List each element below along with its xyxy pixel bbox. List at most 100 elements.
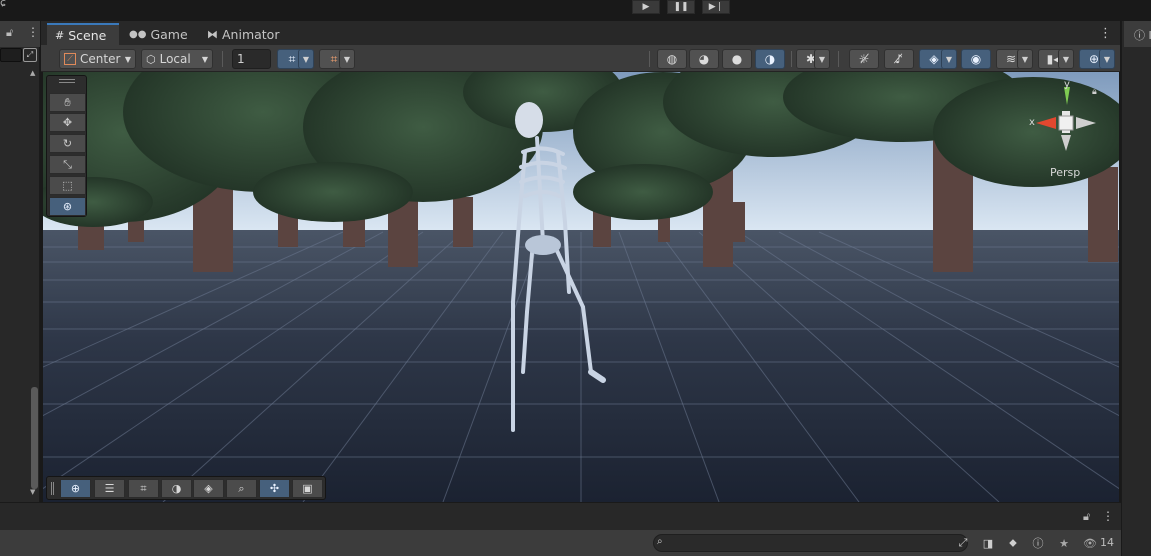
rotate-tool-icon: ↻ <box>62 137 73 150</box>
pivot-mode-dropdown[interactable]: ⟋ Center ▼ <box>59 49 136 69</box>
gizmo-lock-icon[interactable]: 🔒︎ <box>1092 87 1097 97</box>
wireframe-shading-button[interactable]: ◍ <box>657 49 687 69</box>
toolbar-divider <box>222 51 223 67</box>
increment-snap-caret[interactable]: ▼ <box>339 49 355 69</box>
tools-drag-handle[interactable] <box>59 79 75 83</box>
rect-tool-icon: ⬚ <box>62 179 73 192</box>
inspector-tab[interactable]: ⓘ I <box>1124 21 1151 47</box>
hand-tool-icon: ✋︎ <box>64 95 71 109</box>
camera-overlay-button[interactable]: ▣ <box>292 479 323 498</box>
projection-label[interactable]: Persp <box>1050 166 1080 179</box>
lock-icon[interactable]: 🔓︎ <box>6 26 13 40</box>
move-tool-button[interactable]: ✥ <box>49 113 86 132</box>
orientation-overlay-button[interactable]: ⊕ <box>60 479 91 498</box>
camera-overlay-icon: ▣ <box>302 482 313 495</box>
grid-snap-caret[interactable]: ▼ <box>298 49 314 69</box>
search-expand-icon[interactable]: ⤢ <box>955 534 971 552</box>
transform-tool-button[interactable]: ⊛ <box>49 197 86 216</box>
shaded-wireframe-icon: ◕ <box>698 52 710 66</box>
pause-button[interactable]: ❚❚ <box>667 0 695 14</box>
grid-overlay-button[interactable]: ⌗ <box>128 479 159 498</box>
stack-icon: ≋ <box>1005 52 1017 66</box>
chevron-down-icon: ▼ <box>201 54 208 64</box>
toolbar-divider <box>649 51 650 67</box>
filter-type-icon[interactable]: ◨ <box>980 534 996 552</box>
kebab-menu-icon[interactable]: ⋮ <box>27 25 39 39</box>
scale-tool-button[interactable]: ⤡ <box>49 155 86 174</box>
project-panel: 🔓︎ ⋮ ⌕ ⤢ ◨ ⬥ ⓘ ★ 👁︎ 14 <box>0 502 1121 556</box>
unlit-button[interactable]: ◑ <box>755 49 785 69</box>
warning-icon[interactable]: ⓘ <box>1030 534 1046 552</box>
project-toolbar: ⌕ ⤢ ◨ ⬥ ⓘ ★ 👁︎ 14 <box>0 530 1121 556</box>
effects-caret[interactable]: ▼ <box>941 49 957 69</box>
hierarchy-search-input[interactable] <box>0 48 22 62</box>
gizmos-caret[interactable]: ▼ <box>1099 49 1115 69</box>
tab-scene[interactable]: # Scene <box>47 23 119 45</box>
lighting-toggle-button[interactable]: ☼̸ <box>849 49 879 69</box>
pivot-rotation-label: Local <box>159 52 191 66</box>
move-tool-icon: ✥ <box>62 116 73 129</box>
moon-icon: ◑ <box>764 52 776 66</box>
scene-render <box>43 72 1119 502</box>
play-button[interactable]: ▶ <box>632 0 660 14</box>
lighting-off-icon: ☼̸ <box>858 52 870 66</box>
audio-off-icon: ♪̸ <box>895 52 903 66</box>
lock-icon[interactable]: 🔓︎ <box>1083 510 1090 524</box>
scroll-up-icon[interactable]: ▲ <box>30 69 35 77</box>
grid-size-field[interactable]: 1 <box>232 49 271 69</box>
tabbar-menu-icon[interactable]: ⋮ <box>1099 26 1112 41</box>
tools-overlay: ✋︎ ✥ ↻ ⤡ ⬚ ⊛ <box>46 75 87 217</box>
project-search-input[interactable]: ⌕ <box>653 534 968 552</box>
filter-label-icon[interactable]: ⬥ <box>1005 534 1021 552</box>
favorite-star-icon[interactable]: ★ <box>1056 534 1072 552</box>
project-panel-header: 🔓︎ ⋮ <box>0 503 1121 530</box>
scroll-down-icon[interactable]: ▼ <box>30 488 35 496</box>
visibility-count-icon[interactable]: 👁︎ <box>1082 534 1098 552</box>
hand-tool-button[interactable]: ✋︎ <box>49 93 86 112</box>
hierarchy-header: 🔓︎ ⋮ <box>0 21 40 47</box>
layers-overlay-button[interactable]: ◈ <box>193 479 224 498</box>
scene-overlay-toolbar: ⊕ ☰ ⌗ ◑ ◈ ⌕ ✣ ▣ <box>46 476 326 500</box>
search-toggle-icon[interactable]: ⤢ <box>23 48 37 62</box>
gizmo-y-label: y <box>1064 79 1070 90</box>
tab-game[interactable]: ●● Game <box>121 23 189 45</box>
pivot-center-icon: ⟋ <box>64 53 76 65</box>
hierarchy-panel: 🔓︎ ⋮ ⤢ ▲ ▼ <box>0 21 40 502</box>
search-overlay-button[interactable]: ⌕ <box>226 479 257 498</box>
tool-settings-button[interactable]: ☰ <box>94 479 125 498</box>
shaded-button[interactable]: ● <box>722 49 752 69</box>
debug-draw-caret[interactable]: ▼ <box>814 49 830 69</box>
lighting-overlay-button[interactable]: ◑ <box>161 479 192 498</box>
tab-animator[interactable]: ⧓ Animator <box>199 23 289 45</box>
scale-tool-icon: ⤡ <box>63 157 72 171</box>
layers-overlay-icon: ◈ <box>204 482 213 495</box>
rotate-tool-button[interactable]: ↻ <box>49 134 86 153</box>
pivot-rotation-dropdown[interactable]: ⬡ Local ▼ <box>141 49 213 69</box>
camera-caret[interactable]: ▼ <box>1058 49 1074 69</box>
tab-label: Animator <box>222 26 280 42</box>
gizmo-center-cube[interactable] <box>1058 115 1074 131</box>
rect-tool-button[interactable]: ⬚ <box>49 176 86 195</box>
toolbar-divider <box>791 51 792 67</box>
navigation-overlay-button[interactable]: ✣ <box>259 479 290 498</box>
overlay-drag-handle[interactable] <box>51 482 54 495</box>
transform-tool-icon: ⊛ <box>62 200 73 213</box>
orientation-gizmo[interactable]: y x 🔒︎ <box>1026 79 1106 163</box>
shaded-wireframe-button[interactable]: ◕ <box>689 49 719 69</box>
scene-tab-bar: # Scene ●● Game ⧓ Animator ⋮ <box>41 21 1120 45</box>
inspector-panel: ⓘ I <box>1121 21 1151 556</box>
gizmo-icon: ⊕ <box>1088 52 1100 66</box>
visibility-button[interactable]: ◉ <box>961 49 991 69</box>
kebab-menu-icon[interactable]: ⋮ <box>1102 509 1114 523</box>
half-moon-icon: ◑ <box>171 482 182 495</box>
increment-snap-icon: ⌗ <box>330 51 338 66</box>
grid-snap-icon: ⌗ <box>288 51 296 66</box>
audio-toggle-button[interactable]: ♪̸ <box>884 49 914 69</box>
scrollbar-thumb[interactable] <box>31 387 38 489</box>
info-icon: ⓘ I <box>1134 29 1151 42</box>
step-button[interactable]: ▶❘ <box>702 0 730 14</box>
search-icon: ⌕ <box>238 481 245 495</box>
corner-icon: ɕ <box>0 0 7 9</box>
scene-viewport[interactable] <box>43 72 1119 502</box>
layers-caret[interactable]: ▼ <box>1017 49 1033 69</box>
